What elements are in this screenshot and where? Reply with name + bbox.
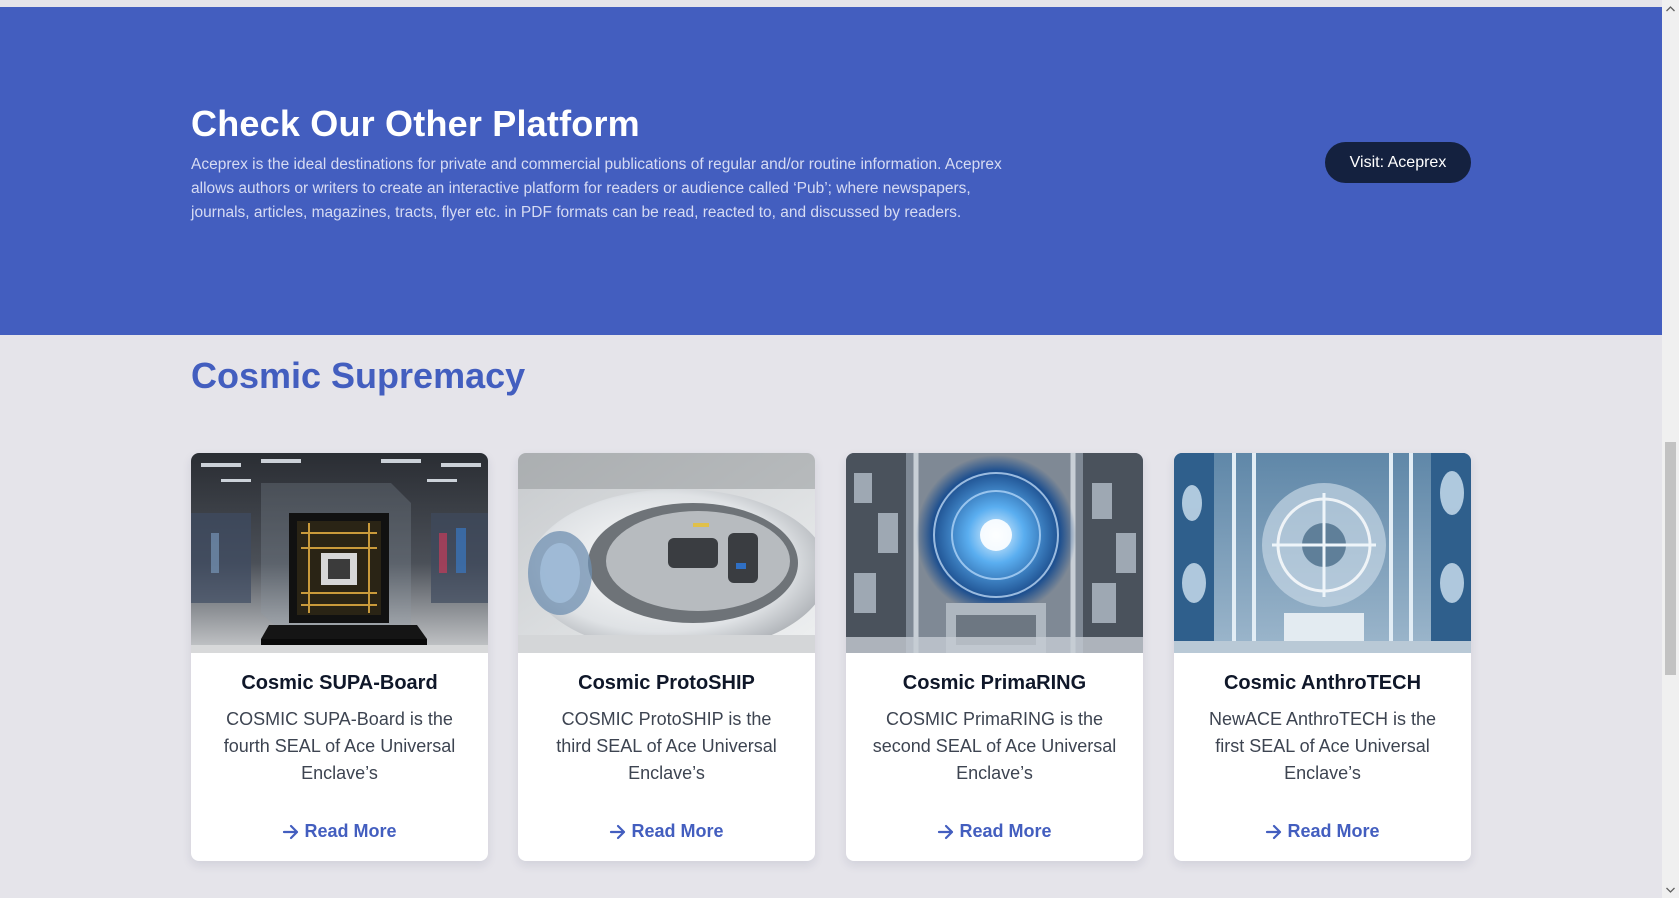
other-platform-banner: Check Our Other Platform Aceprex is the … xyxy=(0,7,1662,335)
card-title: Cosmic ProtoSHIP xyxy=(578,672,755,694)
card-protoship: Cosmic ProtoSHIP COSMIC ProtoSHIP is the… xyxy=(518,453,815,861)
card-description: COSMIC SUPA-Board is the fourth SEAL of … xyxy=(223,709,456,783)
vertical-scrollbar[interactable] xyxy=(1662,0,1679,898)
chevron-up-icon[interactable] xyxy=(1662,0,1679,17)
arrow-right-icon xyxy=(1266,824,1282,839)
read-more-label: Read More xyxy=(631,821,724,841)
visit-aceprex-button[interactable]: Visit: Aceprex xyxy=(1325,142,1471,183)
scrollbar-thumb[interactable] xyxy=(1665,442,1676,675)
card-description: COSMIC ProtoSHIP is the third SEAL of Ac… xyxy=(556,709,777,783)
read-more-link[interactable]: Read More xyxy=(191,821,488,842)
chevron-down-icon[interactable] xyxy=(1662,881,1679,898)
card-primaring: Cosmic PrimaRING COSMIC PrimaRING is the… xyxy=(846,453,1143,861)
card-title: Cosmic SUPA-Board xyxy=(241,672,438,694)
arrow-right-icon xyxy=(610,824,626,839)
card-grid: Cosmic SUPA-Board COSMIC SUPA-Board is t… xyxy=(191,453,1471,861)
arrow-right-icon xyxy=(938,824,954,839)
card-title: Cosmic PrimaRING xyxy=(902,672,1087,694)
read-more-label: Read More xyxy=(1287,821,1380,841)
card-title: Cosmic AnthroTECH xyxy=(1223,672,1422,694)
protoship-image[interactable] xyxy=(518,453,815,653)
card-description: NewACE AnthroTECH is the first SEAL of A… xyxy=(1208,709,1437,783)
card-description: COSMIC PrimaRING is the second SEAL of A… xyxy=(872,709,1117,783)
banner-title: Check Our Other Platform xyxy=(191,103,640,144)
arrow-right-icon xyxy=(283,824,299,839)
read-more-link[interactable]: Read More xyxy=(518,821,815,842)
supa-board-image[interactable] xyxy=(191,453,488,653)
card-anthrotech: Cosmic AnthroTECH NewACE AnthroTECH is t… xyxy=(1174,453,1471,861)
anthrotech-image[interactable] xyxy=(1174,453,1471,653)
banner-description: Aceprex is the ideal destinations for pr… xyxy=(191,156,1002,221)
read-more-label: Read More xyxy=(959,821,1052,841)
read-more-link[interactable]: Read More xyxy=(846,821,1143,842)
top-strip xyxy=(0,0,1662,7)
read-more-link[interactable]: Read More xyxy=(1174,821,1471,842)
card-supa-board: Cosmic SUPA-Board COSMIC SUPA-Board is t… xyxy=(191,453,488,861)
section-title: Cosmic Supremacy xyxy=(191,355,526,396)
primaring-image[interactable] xyxy=(846,453,1143,653)
read-more-label: Read More xyxy=(304,821,397,841)
page: Check Our Other Platform Aceprex is the … xyxy=(0,0,1679,898)
